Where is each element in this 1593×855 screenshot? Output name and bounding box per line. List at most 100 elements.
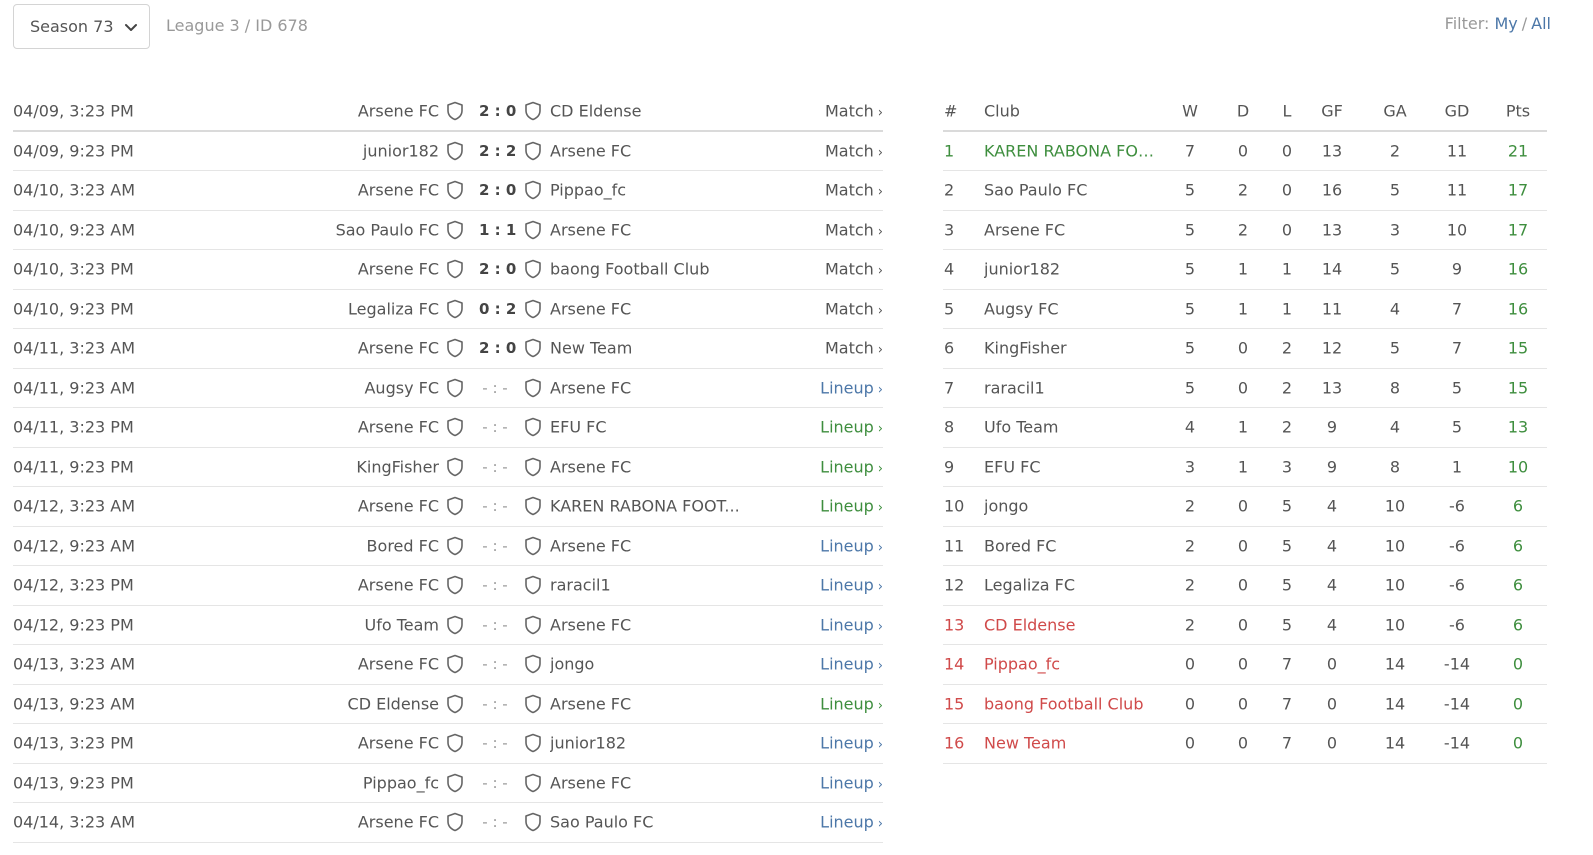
- cell-club[interactable]: Augsy FC: [984, 299, 1059, 318]
- fixture-home-team[interactable]: Arsene FC: [358, 339, 439, 358]
- fixture-home-team[interactable]: Arsene FC: [358, 101, 439, 120]
- fixture-home-team[interactable]: CD Eldense: [348, 694, 439, 713]
- fixture-home-team[interactable]: KingFisher: [356, 457, 439, 476]
- match-link[interactable]: Match ›: [825, 339, 883, 358]
- fixture-home-team[interactable]: Bored FC: [367, 536, 439, 555]
- fixture-home-team[interactable]: Augsy FC: [364, 378, 439, 397]
- action-label: Lineup: [820, 536, 874, 556]
- fixture-away-team[interactable]: Arsene FC: [550, 457, 631, 476]
- match-link[interactable]: Match ›: [825, 101, 883, 120]
- cell-club[interactable]: Arsene FC: [984, 220, 1065, 239]
- lineup-link[interactable]: Lineup ›: [820, 694, 883, 713]
- fixture-away-team[interactable]: baong Football Club: [550, 260, 709, 279]
- fixture-home-team[interactable]: Arsene FC: [358, 497, 439, 516]
- fixture-away-team[interactable]: Arsene FC: [550, 220, 631, 239]
- lineup-link[interactable]: Lineup ›: [820, 457, 883, 476]
- fixture-home-team[interactable]: Arsene FC: [358, 813, 439, 832]
- lineup-link[interactable]: Lineup ›: [820, 378, 883, 397]
- cell-goals-against: 14: [1384, 694, 1406, 714]
- cell-club[interactable]: New Team: [984, 734, 1066, 753]
- shield-icon: [446, 180, 464, 200]
- lineup-link[interactable]: Lineup ›: [820, 734, 883, 753]
- cell-club[interactable]: Bored FC: [984, 536, 1056, 555]
- cell-goals-for: 9: [1326, 417, 1338, 437]
- cell-goals-for: 13: [1321, 220, 1343, 240]
- shield-icon: [524, 496, 542, 516]
- fixture-away-team[interactable]: jongo: [550, 655, 594, 674]
- cell-club[interactable]: Legaliza FC: [984, 576, 1075, 595]
- cell-club[interactable]: KAREN RABONA FOO...: [984, 141, 1160, 160]
- fixture-score: 2 : 2: [479, 141, 517, 160]
- cell-club[interactable]: junior182: [984, 260, 1060, 279]
- cell-club[interactable]: Ufo Team: [984, 418, 1059, 437]
- fixture-away-team[interactable]: New Team: [550, 339, 632, 358]
- match-link[interactable]: Match ›: [825, 220, 883, 239]
- match-link[interactable]: Match ›: [825, 141, 883, 160]
- cell-club[interactable]: baong Football Club: [984, 694, 1143, 713]
- fixture-home-team[interactable]: Arsene FC: [358, 576, 439, 595]
- fixture-away-team[interactable]: Arsene FC: [550, 536, 631, 555]
- fixture-away-team[interactable]: Arsene FC: [550, 141, 631, 160]
- fixture-home-team[interactable]: Pippao_fc: [363, 773, 439, 792]
- fixture-home-team[interactable]: Arsene FC: [358, 734, 439, 753]
- fixture-away-team[interactable]: junior182: [550, 734, 626, 753]
- fixture-home-team[interactable]: Sao Paulo FC: [336, 220, 439, 239]
- shield-icon: [446, 378, 464, 398]
- shield-icon: [446, 338, 464, 358]
- fixture-away-team[interactable]: KAREN RABONA FOOT...: [550, 497, 740, 516]
- cell-club[interactable]: jongo: [984, 497, 1028, 516]
- cell-club[interactable]: Pippao_fc: [984, 655, 1060, 674]
- filter-my-link[interactable]: My: [1494, 14, 1517, 33]
- fixture-home-team[interactable]: Arsene FC: [358, 418, 439, 437]
- fixture-away-team[interactable]: Arsene FC: [550, 378, 631, 397]
- fixture-away-team[interactable]: CD Eldense: [550, 101, 641, 120]
- match-link[interactable]: Match ›: [825, 260, 883, 279]
- fixture-away-team[interactable]: Arsene FC: [550, 615, 631, 634]
- match-link[interactable]: Match ›: [825, 299, 883, 318]
- match-link[interactable]: Match ›: [825, 181, 883, 200]
- cell-club[interactable]: CD Eldense: [984, 615, 1075, 634]
- fixture-away-team[interactable]: Arsene FC: [550, 773, 631, 792]
- cell-wins: 5: [1184, 338, 1196, 358]
- lineup-link[interactable]: Lineup ›: [820, 576, 883, 595]
- lineup-link[interactable]: Lineup ›: [820, 615, 883, 634]
- cell-club[interactable]: KingFisher: [984, 339, 1067, 358]
- fixture-home-team[interactable]: Arsene FC: [358, 181, 439, 200]
- header-club: Club: [984, 101, 1020, 121]
- cell-wins: 2: [1184, 496, 1196, 516]
- fixture-away-team[interactable]: EFU FC: [550, 418, 606, 437]
- fixture-away-team[interactable]: Pippao_fc: [550, 181, 626, 200]
- cell-club[interactable]: raracil1: [984, 378, 1045, 397]
- standings-header-row: # Club W D L GF GA GD Pts: [943, 92, 1547, 132]
- action-label: Lineup: [820, 417, 874, 437]
- fixture-away-team[interactable]: Sao Paulo FC: [550, 813, 653, 832]
- fixture-home-team[interactable]: Ufo Team: [364, 615, 439, 634]
- filter-all-link[interactable]: All: [1531, 14, 1551, 33]
- fixture-away-team[interactable]: Arsene FC: [550, 299, 631, 318]
- cell-points: 0: [1512, 733, 1524, 753]
- chevron-right-icon: ›: [877, 105, 883, 121]
- fixture-home-team[interactable]: Arsene FC: [358, 260, 439, 279]
- season-select[interactable]: Season 73: [13, 4, 150, 49]
- lineup-link[interactable]: Lineup ›: [820, 773, 883, 792]
- cell-club[interactable]: EFU FC: [984, 457, 1040, 476]
- lineup-link[interactable]: Lineup ›: [820, 418, 883, 437]
- cell-points: 16: [1507, 299, 1529, 319]
- fixture-home-team[interactable]: Legaliza FC: [348, 299, 439, 318]
- lineup-link[interactable]: Lineup ›: [820, 536, 883, 555]
- fixture-away-team[interactable]: Arsene FC: [550, 694, 631, 713]
- lineup-link[interactable]: Lineup ›: [820, 655, 883, 674]
- cell-goals-against: 5: [1389, 180, 1401, 200]
- cell-draws: 0: [1237, 536, 1249, 556]
- lineup-link[interactable]: Lineup ›: [820, 497, 883, 516]
- fixture-home-team[interactable]: junior182: [363, 141, 439, 160]
- lineup-link[interactable]: Lineup ›: [820, 813, 883, 832]
- cell-losses: 2: [1281, 378, 1293, 398]
- shield-icon: [524, 457, 542, 477]
- fixture-away-team[interactable]: raracil1: [550, 576, 611, 595]
- fixture-home-team[interactable]: Arsene FC: [358, 655, 439, 674]
- cell-wins: 2: [1184, 615, 1196, 635]
- cell-position: 11: [944, 536, 965, 556]
- cell-club[interactable]: Sao Paulo FC: [984, 181, 1087, 200]
- shield-icon: [524, 615, 542, 635]
